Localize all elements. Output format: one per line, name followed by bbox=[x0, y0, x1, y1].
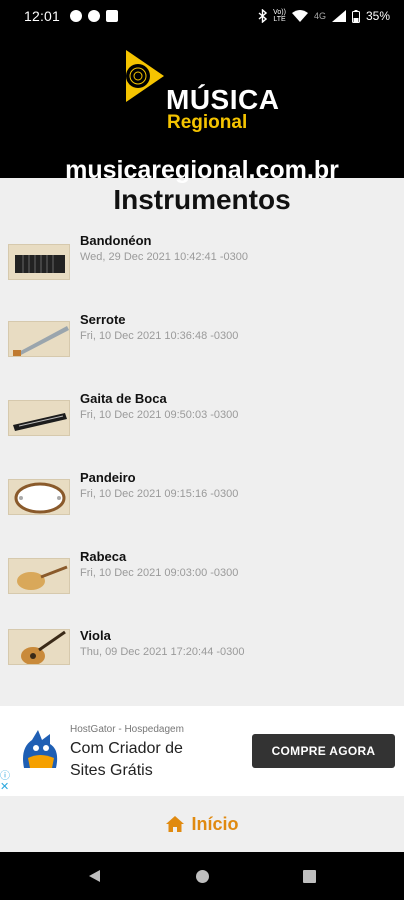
item-date: Thu, 09 Dec 2021 17:20:44 -0300 bbox=[80, 646, 245, 658]
ad-close-icon[interactable]: ✕ bbox=[0, 780, 9, 793]
site-domain[interactable]: musicaregional.com.br bbox=[0, 156, 404, 185]
volte-icon: Vo)) LTE bbox=[273, 9, 286, 23]
item-title[interactable]: Gaita de Boca bbox=[80, 391, 167, 406]
notification-icons bbox=[70, 10, 119, 22]
status-bar: 12:01 Vo)) LTE 4G 35% bbox=[0, 0, 404, 32]
list-item[interactable]: Bandonéon Wed, 29 Dec 2021 10:42:41 -030… bbox=[0, 228, 404, 307]
record-icon bbox=[70, 10, 83, 22]
home-icon bbox=[166, 816, 185, 832]
serrote-thumbnail[interactable] bbox=[8, 321, 70, 357]
page-title: Instrumentos bbox=[113, 184, 291, 215]
list-item[interactable]: Rabeca Fri, 10 Dec 2021 09:03:00 -0300 bbox=[0, 544, 404, 623]
bandoneon-thumbnail[interactable] bbox=[8, 244, 70, 280]
item-date: Fri, 10 Dec 2021 09:50:03 -0300 bbox=[80, 409, 239, 421]
item-title[interactable]: Bandonéon bbox=[80, 233, 152, 248]
home-label: Início bbox=[191, 813, 239, 834]
gaita-thumbnail[interactable] bbox=[8, 400, 70, 436]
app-notification-icon bbox=[88, 10, 101, 22]
wifi-icon bbox=[291, 10, 308, 22]
system-nav-bar bbox=[0, 852, 404, 900]
list-item[interactable]: Serrote Fri, 10 Dec 2021 10:36:48 -0300 bbox=[0, 307, 404, 386]
network-type: 4G bbox=[313, 10, 326, 21]
status-time: 12:01 bbox=[24, 8, 61, 24]
app-header: MÚSICA Regional musicaregional.com.br bbox=[0, 32, 404, 184]
ad-banner[interactable]: HostGator - Hospedagem Com Criador de Si… bbox=[0, 706, 404, 796]
battery-level: 35% bbox=[365, 9, 390, 23]
bluetooth-icon bbox=[258, 9, 268, 23]
ad-brand: HostGator - Hospedagem bbox=[70, 724, 184, 735]
item-title[interactable]: Serrote bbox=[80, 312, 126, 327]
news-icon bbox=[106, 10, 119, 22]
home-button[interactable]: Início bbox=[0, 796, 404, 852]
signal-icon bbox=[331, 10, 346, 22]
list-item[interactable]: Gaita de Boca Fri, 10 Dec 2021 09:50:03 … bbox=[0, 386, 404, 465]
instrument-list: Bandonéon Wed, 29 Dec 2021 10:42:41 -030… bbox=[0, 228, 404, 702]
list-item[interactable]: Viola Thu, 09 Dec 2021 17:20:44 -0300 bbox=[0, 623, 404, 702]
item-date: Fri, 10 Dec 2021 09:15:16 -0300 bbox=[80, 488, 239, 500]
ad-cta-button[interactable]: COMPRE AGORA bbox=[252, 734, 395, 768]
nav-home-icon[interactable] bbox=[196, 870, 209, 883]
status-right: Vo)) LTE 4G 35% bbox=[258, 9, 390, 23]
pandeiro-thumbnail[interactable] bbox=[8, 479, 70, 515]
item-date: Wed, 29 Dec 2021 10:42:41 -0300 bbox=[80, 251, 248, 263]
recents-icon[interactable] bbox=[303, 870, 316, 883]
list-item[interactable]: Pandeiro Fri, 10 Dec 2021 09:15:16 -0300 bbox=[0, 465, 404, 544]
item-date: Fri, 10 Dec 2021 10:36:48 -0300 bbox=[80, 330, 239, 342]
item-title[interactable]: Viola bbox=[80, 628, 111, 643]
item-date: Fri, 10 Dec 2021 09:03:00 -0300 bbox=[80, 567, 239, 579]
viola-thumbnail[interactable] bbox=[8, 629, 70, 665]
rabeca-thumbnail[interactable] bbox=[8, 558, 70, 594]
logo-subtitle: Regional bbox=[167, 112, 248, 133]
item-title[interactable]: Rabeca bbox=[80, 549, 126, 564]
item-title[interactable]: Pandeiro bbox=[80, 470, 136, 485]
ad-headline[interactable]: Com Criador de Sites Grátis bbox=[70, 738, 220, 782]
hostgator-mascot-icon bbox=[23, 730, 58, 768]
battery-icon bbox=[351, 9, 360, 23]
back-icon[interactable] bbox=[88, 869, 101, 883]
